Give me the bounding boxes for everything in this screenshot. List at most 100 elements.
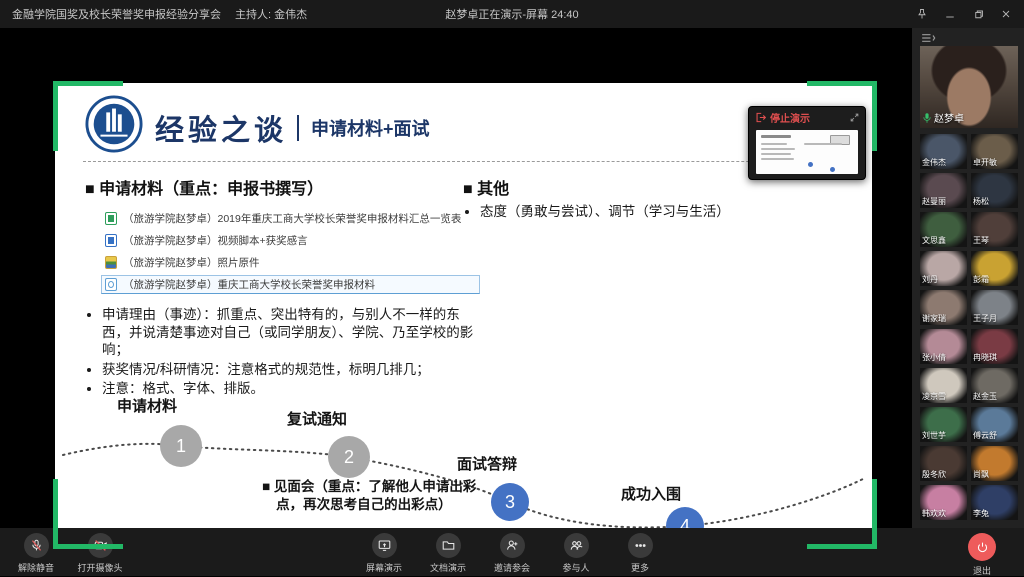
participant-name: 刘丹: [922, 274, 938, 285]
file-list-item-selected[interactable]: （旅游学院赵梦卓）重庆工商大学校长荣誉奖申报材料: [101, 275, 480, 294]
other-bullet-list: 态度（勇敢与尝试）、调节（学习与生活）: [463, 203, 853, 221]
slide-title: 经验之谈: [155, 107, 287, 149]
participant-tile[interactable]: 韩欢欢: [920, 485, 967, 520]
participant-tile[interactable]: 尚飘: [971, 446, 1018, 481]
participant-name: 文思鑫: [922, 235, 946, 246]
meeting-title: 金融学院国奖及校长荣誉奖申报经验分享会: [12, 6, 221, 22]
participant-tile[interactable]: 刘丹: [920, 251, 967, 286]
participant-name: 王子月: [973, 313, 997, 324]
participant-name: 王琴: [973, 235, 989, 246]
section-heading-materials: ■ 申请材料（重点：申报书撰写）: [85, 175, 480, 199]
participant-name: 赵曼丽: [922, 196, 946, 207]
timeline-step-label: 申请材料: [117, 395, 177, 416]
host-label: 主持人: 金伟杰: [235, 6, 307, 22]
share-region-corner: [53, 479, 123, 549]
file-list-item[interactable]: （旅游学院赵梦卓）视频脚本+获奖感言: [101, 231, 480, 250]
participant-name: 傅云舒: [973, 430, 997, 441]
document-icon: [442, 539, 455, 552]
participant-tile[interactable]: 傅云舒: [971, 407, 1018, 442]
pin-icon[interactable]: [914, 6, 930, 22]
participant-tile[interactable]: 赵曼丽: [920, 173, 967, 208]
presenter-control-panel: 停止演示: [748, 106, 866, 180]
participant-tile[interactable]: 赵金玉: [971, 368, 1018, 403]
participant-name: 李兔: [973, 508, 989, 519]
stop-share-icon: [755, 112, 766, 123]
participant-name: 卓开敏: [973, 157, 997, 168]
doc-share-button[interactable]: 文档演示: [422, 533, 474, 574]
participant-name: 张小倩: [922, 352, 946, 363]
leave-meeting-button[interactable]: 退出: [956, 533, 1008, 577]
image-file-icon: [105, 256, 117, 269]
excel-file-icon: [105, 212, 117, 225]
participants-button[interactable]: 参与人: [550, 533, 602, 574]
share-region-corner: [807, 479, 877, 549]
file-list-item[interactable]: （旅游学院赵梦卓）照片原件: [101, 253, 480, 272]
invite-button[interactable]: 邀请参会: [486, 533, 538, 574]
timeline-step-label: 复试通知: [287, 408, 347, 429]
participant-tile[interactable]: 金伟杰: [920, 134, 967, 169]
shared-screen-area: 经验之谈 申请材料+面试 ■ 申请材料（重点：申报书撰写） （旅游学院赵梦卓）2…: [0, 28, 912, 528]
participant-tile[interactable]: 冉晓琪: [971, 329, 1018, 364]
timeline-step-circle: 2: [328, 436, 370, 478]
participant-name: 刘世芋: [922, 430, 946, 441]
participant-name: 彭霜: [973, 274, 989, 285]
participant-name: 凌京雪: [922, 391, 946, 402]
screen-share-button[interactable]: 屏幕演示: [358, 533, 410, 574]
participant-tile[interactable]: 文思鑫: [920, 212, 967, 247]
bullet-item: 态度（勇敢与尝试）、调节（学习与生活）: [480, 203, 853, 221]
participant-name: 尚飘: [973, 469, 989, 480]
power-icon: [976, 541, 989, 554]
participant-tile[interactable]: 谢家瑞: [920, 290, 967, 325]
participant-tile[interactable]: 杨松: [971, 173, 1018, 208]
participant-tile[interactable]: 卓开敏: [971, 134, 1018, 169]
stop-presenting-button[interactable]: 停止演示: [770, 110, 810, 125]
participant-name: 金伟杰: [922, 157, 946, 168]
layout-toggle-icon[interactable]: [920, 31, 940, 45]
participant-name: 杨松: [973, 196, 989, 207]
meetup-note: ■ 见面会（重点：了解他人申请出彩点，再次思考自己的出彩点）: [262, 478, 484, 513]
participant-tile[interactable]: 张小倩: [920, 329, 967, 364]
participant-name: 殷冬欣: [922, 469, 946, 480]
header-divider: [83, 161, 844, 162]
participant-tile[interactable]: 王琴: [971, 212, 1018, 247]
participant-tile[interactable]: 李兔: [971, 485, 1018, 520]
bullet-item: 申请理由（事迹）：抓重点、突出特有的，与别人不一样的东西，并说清楚事迹对自己（或…: [102, 306, 480, 359]
close-button[interactable]: [998, 6, 1014, 22]
doc-file-icon: [105, 278, 117, 291]
file-list: （旅游学院赵梦卓）2019年重庆工商大学校长荣誉奖申报材料汇总一览表 （旅游学院…: [101, 209, 480, 294]
participant-name: 谢家瑞: [922, 313, 946, 324]
file-list-item[interactable]: （旅游学院赵梦卓）2019年重庆工商大学校长荣誉奖申报材料汇总一览表: [101, 209, 480, 228]
mic-muted-icon: [30, 539, 43, 552]
restore-button[interactable]: [970, 6, 986, 22]
bullet-item: 获奖情况/科研情况：注意格式的规范性，标明几排几；: [102, 361, 480, 379]
expand-icon[interactable]: [850, 113, 859, 122]
participant-tile[interactable]: 王子月: [971, 290, 1018, 325]
timeline-step-label: 面试答辩: [457, 453, 517, 474]
participant-name: 韩欢欢: [922, 508, 946, 519]
slide-subtitle: 申请材料+面试: [311, 115, 430, 141]
share-preview-thumbnail: [756, 130, 858, 174]
invite-person-icon: [506, 539, 519, 552]
title-divider: [297, 115, 299, 141]
participant-tile[interactable]: 彭霜: [971, 251, 1018, 286]
participants-sidebar: 赵梦卓 金伟杰 卓开敏 赵曼丽 杨松 文思鑫 王琴 刘丹 彭霜 谢家瑞: [912, 28, 1024, 528]
timeline-step-label: 成功入围: [621, 483, 681, 504]
participant-name: 赵金玉: [973, 391, 997, 402]
app-titlebar: 金融学院国奖及校长荣誉奖申报经验分享会 主持人: 金伟杰 赵梦卓正在演示-屏幕 …: [0, 0, 1024, 28]
screen-share-icon: [378, 539, 391, 552]
word-file-icon: [105, 234, 117, 247]
participant-grid: 金伟杰 卓开敏 赵曼丽 杨松 文思鑫 王琴 刘丹 彭霜 谢家瑞 王子月 张小倩: [920, 134, 1018, 520]
share-region-corner: [53, 81, 123, 151]
mic-active-icon: [923, 113, 931, 123]
participant-tile[interactable]: 刘世芋: [920, 407, 967, 442]
participant-tile[interactable]: 殷冬欣: [920, 446, 967, 481]
timeline-step-circle: 1: [160, 425, 202, 467]
timeline-step-circle: 3: [491, 483, 529, 521]
more-button[interactable]: 更多: [614, 533, 666, 574]
more-dots-icon: [634, 539, 647, 552]
active-speaker-name: 赵梦卓: [934, 110, 964, 125]
minimize-button[interactable]: [942, 6, 958, 22]
participant-tile[interactable]: 凌京雪: [920, 368, 967, 403]
people-icon: [570, 539, 583, 552]
active-speaker-video[interactable]: 赵梦卓: [920, 46, 1018, 128]
